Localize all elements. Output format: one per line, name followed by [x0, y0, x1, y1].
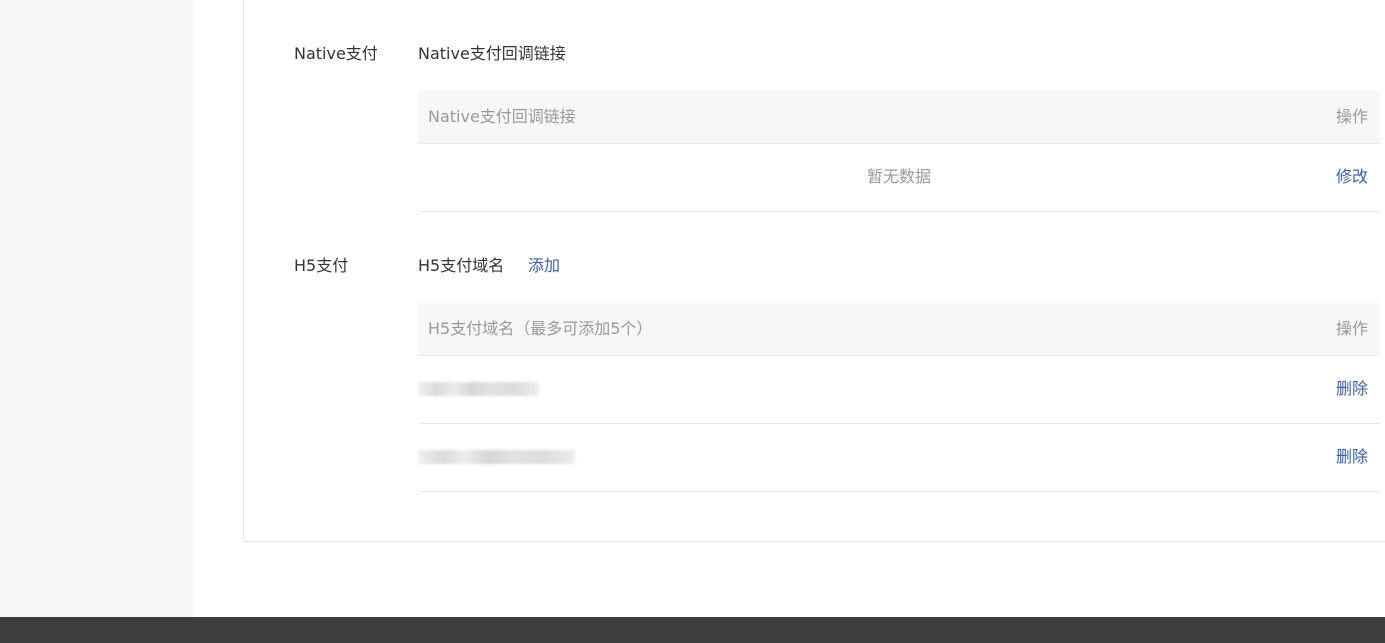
- redacted-domain: [418, 450, 575, 464]
- column-header-callback: Native支付回调链接: [428, 107, 576, 126]
- column-header-actions: 操作: [1335, 319, 1368, 338]
- table-row: 暂无数据 修改: [418, 144, 1380, 212]
- redacted-domain: [418, 382, 539, 396]
- table-header: H5支付域名（最多可添加5个） 操作: [418, 303, 1380, 356]
- native-callback-table: Native支付回调链接 操作 暂无数据 修改: [418, 91, 1380, 212]
- left-sidebar-area: [0, 0, 193, 617]
- table-row: 删除: [418, 356, 1380, 424]
- table-row: 删除: [418, 424, 1380, 492]
- footer-bar: [0, 617, 1385, 643]
- native-pay-label: Native支付: [294, 44, 378, 63]
- column-header-actions: 操作: [1335, 107, 1368, 126]
- table-header: Native支付回调链接 操作: [418, 91, 1380, 144]
- delete-button[interactable]: 删除: [1336, 379, 1368, 399]
- h5-pay-label: H5支付: [294, 256, 349, 275]
- delete-button[interactable]: 删除: [1336, 447, 1368, 467]
- h5-domain-title: H5支付域名: [418, 256, 505, 275]
- column-header-domain: H5支付域名（最多可添加5个）: [428, 319, 653, 338]
- h5-domain-table: H5支付域名（最多可添加5个） 操作 删除 删除: [418, 303, 1380, 492]
- add-domain-button[interactable]: 添加: [528, 256, 560, 276]
- empty-state-text: 暂无数据: [866, 167, 931, 186]
- edit-button[interactable]: 修改: [1336, 167, 1368, 187]
- native-callback-title: Native支付回调链接: [418, 44, 566, 63]
